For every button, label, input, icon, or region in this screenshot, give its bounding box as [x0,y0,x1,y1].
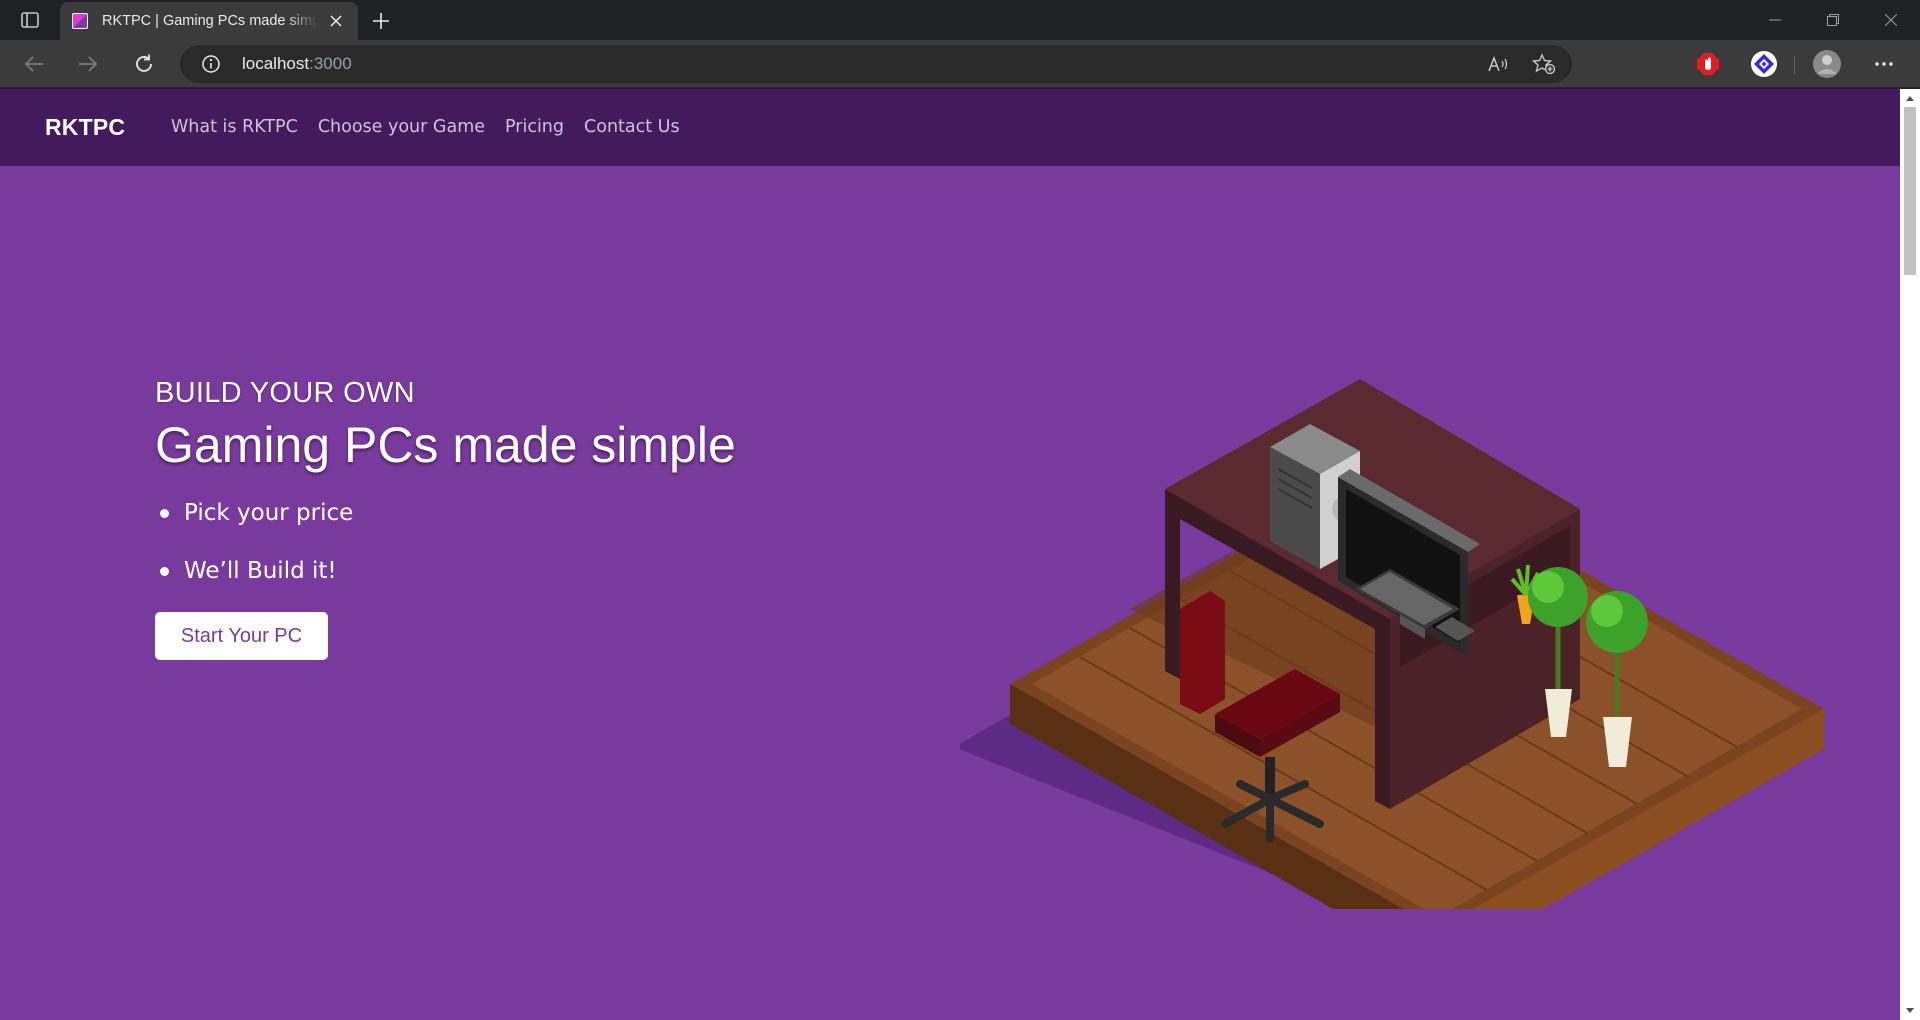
plus-icon[interactable] [368,8,394,34]
close-icon[interactable] [326,11,346,31]
forward-icon[interactable] [72,48,104,80]
url-port: :3000 [309,54,352,73]
favorites-icon[interactable] [1532,53,1556,75]
browser-toolbar: localhost:3000 [0,40,1920,88]
site-navbar: RKTPC What is RKTPC Choose your Game Pri… [0,89,1900,166]
bullet-text: We’ll Build it! [184,558,337,584]
site-nav-links: What is RKTPC Choose your Game Pricing C… [171,117,680,137]
tab-title: RKTPC | Gaming PCs made simple [102,13,318,29]
hero-headline: Gaming PCs made simple [155,417,736,473]
hero-kicker: BUILD YOUR OWN [155,377,415,409]
bullet-dot [160,567,169,576]
page-scrollbar[interactable] [1900,89,1920,1020]
browser-tab-bar: RKTPC | Gaming PCs made simple [0,0,1920,40]
restore-icon[interactable] [1810,6,1856,34]
info-icon[interactable] [202,55,220,73]
site-brand[interactable]: RKTPC [45,114,125,141]
nav-link-choose-game[interactable]: Choose your Game [318,117,485,137]
url-text: localhost:3000 [242,54,352,74]
hero-bullets: Pick your price We’ll Build it! [155,496,736,588]
scroll-up-arrow[interactable] [1905,93,1915,103]
page-viewport: RKTPC What is RKTPC Choose your Game Pri… [0,89,1900,1020]
more-icon[interactable] [1868,48,1900,80]
window-close-icon[interactable] [1868,6,1914,34]
bullet-item: We’ll Build it! [155,554,736,588]
nav-link-contact[interactable]: Contact Us [584,117,680,137]
read-aloud-icon[interactable] [1486,53,1510,75]
nav-link-what-is[interactable]: What is RKTPC [171,117,298,137]
browser-tab[interactable]: RKTPC | Gaming PCs made simple [60,2,358,40]
address-bar[interactable]: localhost:3000 [180,45,1572,83]
bullet-item: Pick your price [155,496,736,530]
minimize-icon[interactable] [1752,6,1798,34]
reload-icon[interactable] [128,48,160,80]
start-your-pc-button[interactable]: Start Your PC [155,612,328,660]
toolbar-separator [1794,56,1795,74]
bullet-dot [160,509,169,518]
url-host: localhost [242,54,310,73]
site-favicon [72,13,88,29]
vpn-extension-icon[interactable] [1748,48,1780,80]
scrollbar-thumb[interactable] [1904,107,1916,275]
bullet-text: Pick your price [184,500,354,526]
profile-avatar[interactable] [1811,48,1843,80]
gaming-desk-illustration [960,379,1824,909]
adblock-extension-icon[interactable] [1692,48,1724,80]
nav-link-pricing[interactable]: Pricing [505,117,564,137]
scroll-down-arrow[interactable] [1905,1006,1915,1016]
back-icon[interactable] [18,48,50,80]
tab-actions-icon[interactable] [14,8,46,32]
hero-section: BUILD YOUR OWN Gaming PCs made simple Pi… [155,377,736,660]
